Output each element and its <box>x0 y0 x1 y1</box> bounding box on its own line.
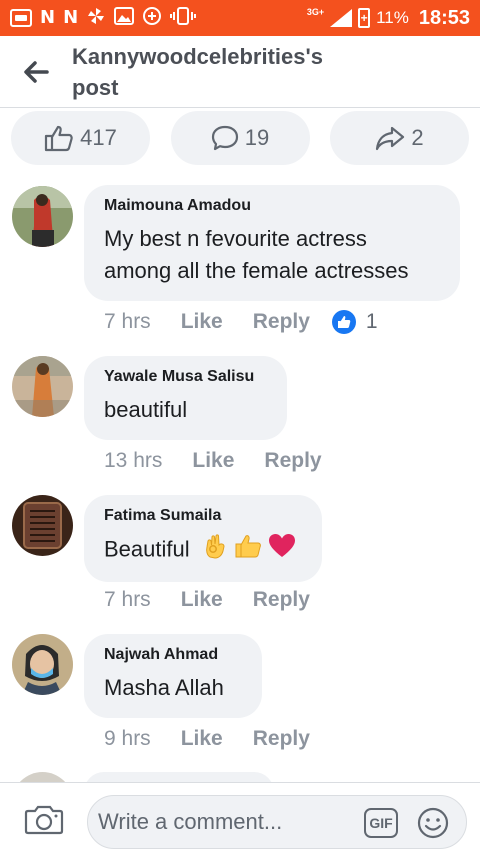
comment-bubble: Fatima Sumaila Beautiful <box>84 495 322 582</box>
avatar[interactable] <box>12 634 73 695</box>
camera-icon[interactable] <box>24 803 64 835</box>
page-title: Kannywoodcelebrities's post <box>72 43 323 100</box>
like-badge-icon <box>331 310 356 334</box>
like-button[interactable]: Like <box>181 727 223 751</box>
comment-bubble: Najwah Ahmad Masha Allah <box>84 634 262 718</box>
thumbs-up-emoji-icon <box>234 533 262 568</box>
vibrate-icon <box>170 6 197 31</box>
reply-button[interactable]: Reply <box>253 310 310 334</box>
like-button[interactable]: Like <box>181 588 223 612</box>
comment-text: beautiful <box>104 397 188 422</box>
comment-text: Masha Allah <box>104 675 224 700</box>
comment-time: 9 hrs <box>104 727 151 750</box>
carrier-n-icon: N <box>40 7 56 28</box>
comment-composer: GIF <box>0 782 480 854</box>
camera-button[interactable] <box>24 803 64 840</box>
comment-author[interactable]: Yawale Musa Salisu <box>104 368 267 386</box>
comment-input-box[interactable]: GIF <box>87 795 467 849</box>
avatar[interactable] <box>12 495 73 556</box>
red-heart-emoji-icon <box>268 533 296 568</box>
likes-button[interactable]: 417 <box>11 111 150 165</box>
gallery-icon <box>114 6 135 30</box>
post-header: Kannywoodcelebrities's post <box>0 36 480 108</box>
status-bar: N N 3G+ + 11% 18:53 <box>0 0 480 36</box>
comment-input[interactable] <box>98 796 358 848</box>
comment-icon <box>211 125 238 151</box>
comment-actions: 9 hrs Like Reply <box>104 727 340 751</box>
comment-actions: 13 hrs Like Reply <box>104 449 352 473</box>
comments-button[interactable]: 19 <box>170 111 310 165</box>
comment-text-body: Beautiful <box>104 536 190 562</box>
comment-time: 7 hrs <box>104 310 151 333</box>
comment-text: Beautiful <box>104 533 302 568</box>
ok-hand-emoji-icon <box>204 533 228 568</box>
back-button[interactable] <box>0 60 72 83</box>
smiley-icon[interactable] <box>416 806 450 840</box>
network-type: 3G+ <box>306 7 325 17</box>
arrow-left-icon[interactable] <box>23 60 49 83</box>
like-button[interactable]: Like <box>192 449 234 473</box>
comment-reaction-summary[interactable]: 1 <box>331 310 378 334</box>
thumbs-up-icon <box>45 125 73 152</box>
like-button[interactable]: Like <box>181 310 223 334</box>
data-saver-icon <box>142 6 162 31</box>
comment-bubble: Maimouna Amadou My best n fevourite actr… <box>84 185 460 301</box>
comment-bubble: Yawale Musa Salisu beautiful <box>84 356 287 440</box>
comment-text: My best n fevourite actress among all th… <box>104 226 409 283</box>
battery-percent: 11% <box>376 8 409 27</box>
message-icon <box>10 9 32 27</box>
comment-time: 13 hrs <box>104 449 163 472</box>
reply-button[interactable]: Reply <box>264 449 321 473</box>
carrier-n-icon: N <box>63 7 79 28</box>
pinwheel-icon <box>86 6 106 31</box>
comment-reaction-count: 1 <box>365 310 378 333</box>
signal-icon <box>330 9 353 27</box>
comment-author[interactable]: Fatima Sumaila <box>104 507 302 525</box>
reply-button[interactable]: Reply <box>253 588 310 612</box>
reply-button[interactable]: Reply <box>253 727 310 751</box>
avatar[interactable] <box>12 186 73 247</box>
shares-count: 2 <box>411 125 424 150</box>
share-icon <box>376 126 405 151</box>
comment-time: 7 hrs <box>104 588 151 611</box>
clock: 18:53 <box>418 6 470 29</box>
avatar[interactable] <box>12 356 73 417</box>
comments-count: 19 <box>244 125 270 150</box>
emoji-button[interactable] <box>416 806 450 845</box>
likes-count: 417 <box>80 125 117 150</box>
comment-actions: 7 hrs Like Reply <box>104 588 340 612</box>
shares-button[interactable]: 2 <box>330 111 469 165</box>
gif-button[interactable]: GIF <box>364 808 398 838</box>
comment-author[interactable]: Maimouna Amadou <box>104 197 440 215</box>
comment-author[interactable]: Najwah Ahmad <box>104 646 242 664</box>
battery-icon: + <box>358 8 371 28</box>
comment-actions: 7 hrs Like Reply 1 <box>104 310 378 334</box>
reaction-summary: 417 19 2 <box>0 108 480 168</box>
